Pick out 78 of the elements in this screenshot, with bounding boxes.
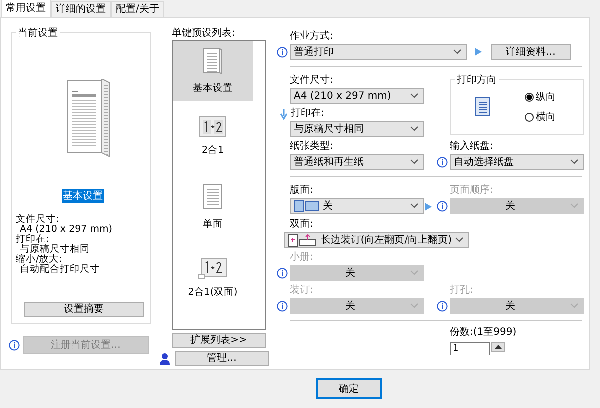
preset-item[interactable]: 基本设置 xyxy=(173,41,253,101)
user-icon xyxy=(160,352,170,364)
dropdown[interactable]: A4 (210 x 297 mm) xyxy=(290,88,424,104)
info-icon xyxy=(277,46,288,58)
preset-label: 2合1(双面) xyxy=(188,286,238,299)
setting-label: 缩小/放大: xyxy=(16,255,62,265)
document-icon xyxy=(201,48,225,76)
radio-option[interactable]: 横向 xyxy=(525,110,556,124)
chevron-icon xyxy=(453,49,462,55)
info-icon xyxy=(9,340,20,350)
chevron-icon xyxy=(570,303,579,309)
info-icon xyxy=(277,300,288,312)
two-pages-icon xyxy=(199,116,227,138)
chevron-icon xyxy=(455,237,464,243)
down-arrow-icon xyxy=(280,108,288,120)
field-label: 页面顺序: xyxy=(450,185,494,197)
preset-name: 基本设置 xyxy=(62,189,104,203)
spin-up-button[interactable] xyxy=(491,342,505,352)
dropdown[interactable]: 与原稿尺寸相同 xyxy=(290,121,424,137)
page-icon xyxy=(475,97,491,117)
dropdown[interactable]: 普通打印 xyxy=(290,44,467,60)
info-icon xyxy=(437,156,448,168)
setting-value: 自动配合打印尺寸 xyxy=(19,265,101,275)
field-label: 文件尺寸: xyxy=(290,75,334,87)
field-label: 输入纸盘: xyxy=(450,141,494,153)
play-icon xyxy=(474,47,482,57)
radio-option[interactable]: 纵向 xyxy=(525,90,556,104)
ok-button[interactable]: 确定 xyxy=(316,378,382,399)
expand-list-button[interactable]: 扩展列表>> xyxy=(172,333,266,348)
details-button[interactable]: 详细资料... xyxy=(491,44,571,60)
up-arrow-icon xyxy=(494,345,502,349)
field-label: 作业方式: xyxy=(290,31,334,43)
info-icon xyxy=(437,300,448,312)
dropdown[interactable]: 普通纸和再生纸 xyxy=(290,154,424,170)
copies-field[interactable]: 1 xyxy=(450,342,490,355)
dropdown[interactable]: 关 xyxy=(290,198,424,214)
list-label: 单键预设列表: xyxy=(172,28,236,40)
preset-item[interactable]: 2合1 xyxy=(173,101,253,172)
field-label: 版面: xyxy=(290,185,314,197)
field-label: 装订: xyxy=(290,285,314,297)
chevron-icon xyxy=(570,159,579,165)
setting-value: 与原稿尺寸相同 xyxy=(20,245,91,255)
summary-button[interactable]: 设置摘要 xyxy=(24,302,144,317)
field-label: 纸张类型: xyxy=(290,141,334,153)
duplex-icon xyxy=(288,234,318,246)
tab[interactable]: 配置/关于 xyxy=(111,1,164,17)
chevron-icon xyxy=(410,93,419,99)
manage-button[interactable]: 管理... xyxy=(175,351,269,366)
group-title: 当前设置 xyxy=(16,26,60,40)
chevron-icon xyxy=(410,270,419,276)
page-icon xyxy=(201,184,225,212)
preset-label: 2合1 xyxy=(202,144,224,157)
info-icon xyxy=(277,268,288,278)
field-label: 份数:(1至999) xyxy=(450,327,517,339)
setting-label: 打印在: xyxy=(16,235,50,245)
field-label: 打印在: xyxy=(291,108,324,120)
two-pages-duplex-icon xyxy=(198,258,228,280)
field-label: 双面: xyxy=(290,219,314,231)
setting-value: A4 (210 x 297 mm) xyxy=(20,225,112,235)
setting-label: 文件尺寸: xyxy=(16,215,60,225)
chevron-icon xyxy=(410,303,419,309)
info-icon xyxy=(437,200,448,212)
preset-item[interactable]: 2合1(双面) xyxy=(173,243,253,314)
tab[interactable]: 详细的设置 xyxy=(51,1,111,17)
field-label: 打孔: xyxy=(450,285,474,297)
preset-label: 基本设置 xyxy=(193,82,233,94)
chevron-icon xyxy=(410,126,419,132)
chevron-icon xyxy=(410,159,419,165)
dropdown[interactable]: 长边装订(向左翻页/向上翻页) xyxy=(284,232,469,248)
tab[interactable]: 常用设置 xyxy=(1,0,51,17)
dropdown[interactable]: 自动选择纸盘 xyxy=(450,154,584,170)
layout-icon xyxy=(294,200,320,212)
group-title: 打印方向 xyxy=(455,73,499,87)
field-label: 小册: xyxy=(290,252,314,264)
chevron-icon xyxy=(570,203,579,209)
chevron-icon xyxy=(410,203,419,209)
preset-item[interactable]: 单面 xyxy=(173,172,253,243)
preset-label: 单面 xyxy=(203,218,223,231)
